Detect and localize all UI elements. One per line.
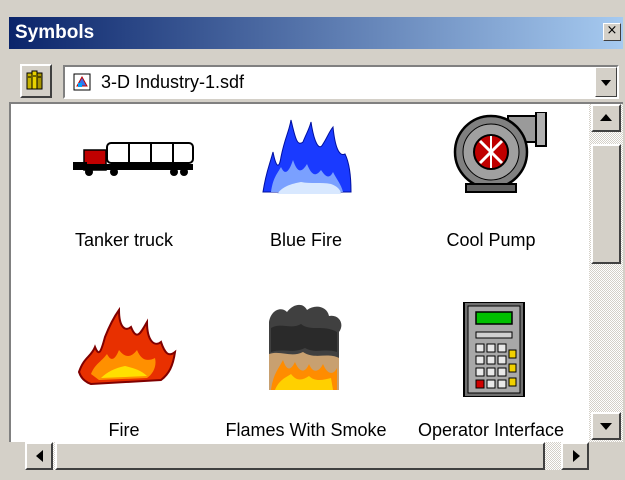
scroll-up-button[interactable] — [591, 104, 621, 132]
title-bar[interactable]: Symbols × — [9, 17, 623, 49]
operator-interface-icon — [463, 302, 525, 397]
cool-pump-icon — [453, 112, 547, 193]
symbol-item[interactable]: Cool Pump — [396, 112, 586, 262]
scroll-down-button[interactable] — [591, 412, 621, 440]
symbol-label: Fire — [108, 420, 140, 440]
scroll-left-button[interactable] — [25, 442, 53, 470]
symbol-label: Cool Pump — [446, 230, 536, 250]
tanker-truck-icon — [73, 142, 194, 176]
symbol-label: Tanker truck — [74, 230, 174, 250]
fire-icon — [77, 306, 177, 386]
window-title: Symbols — [15, 22, 95, 43]
symbol-item[interactable]: Blue Fire — [211, 112, 401, 262]
symbol-gallery: Tanker truck Blue Fire Cool Pump Fire Fl… — [9, 102, 589, 442]
symbol-item[interactable]: Operator Interface — [396, 302, 586, 442]
scroll-right-button[interactable] — [561, 442, 589, 470]
symbol-label: Blue Fire — [269, 230, 343, 250]
scrollbar-corner — [589, 442, 623, 470]
dropdown-arrow-button[interactable] — [595, 67, 617, 97]
flames-with-smoke-icon — [269, 304, 342, 390]
symbol-item[interactable]: Flames With Smoke — [211, 302, 401, 442]
sdf-file-icon — [73, 73, 91, 91]
horizontal-scroll-thumb[interactable] — [55, 442, 545, 470]
symbol-label: Operator Interface — [417, 420, 565, 440]
symbol-label: Flames With Smoke — [225, 420, 387, 440]
symbol-item[interactable]: Fire — [29, 302, 219, 442]
vertical-scrollbar[interactable] — [589, 102, 623, 442]
selected-file-name: 3-D Industry-1.sdf — [101, 72, 245, 92]
horizontal-scrollbar[interactable] — [25, 442, 589, 470]
symbol-item[interactable]: Tanker truck — [29, 112, 219, 262]
library-button[interactable] — [20, 64, 52, 98]
blue-fire-icon — [262, 119, 352, 194]
close-button[interactable]: × — [603, 23, 621, 41]
scrollbar-gap — [9, 442, 25, 470]
vertical-scroll-thumb[interactable] — [591, 144, 621, 264]
books-icon — [26, 70, 43, 90]
symbol-file-dropdown[interactable]: 3-D Industry-1.sdf — [63, 65, 619, 99]
symbols-window: Symbols × 3-D Industry-1.sdf Tanker truc… — [0, 0, 625, 480]
